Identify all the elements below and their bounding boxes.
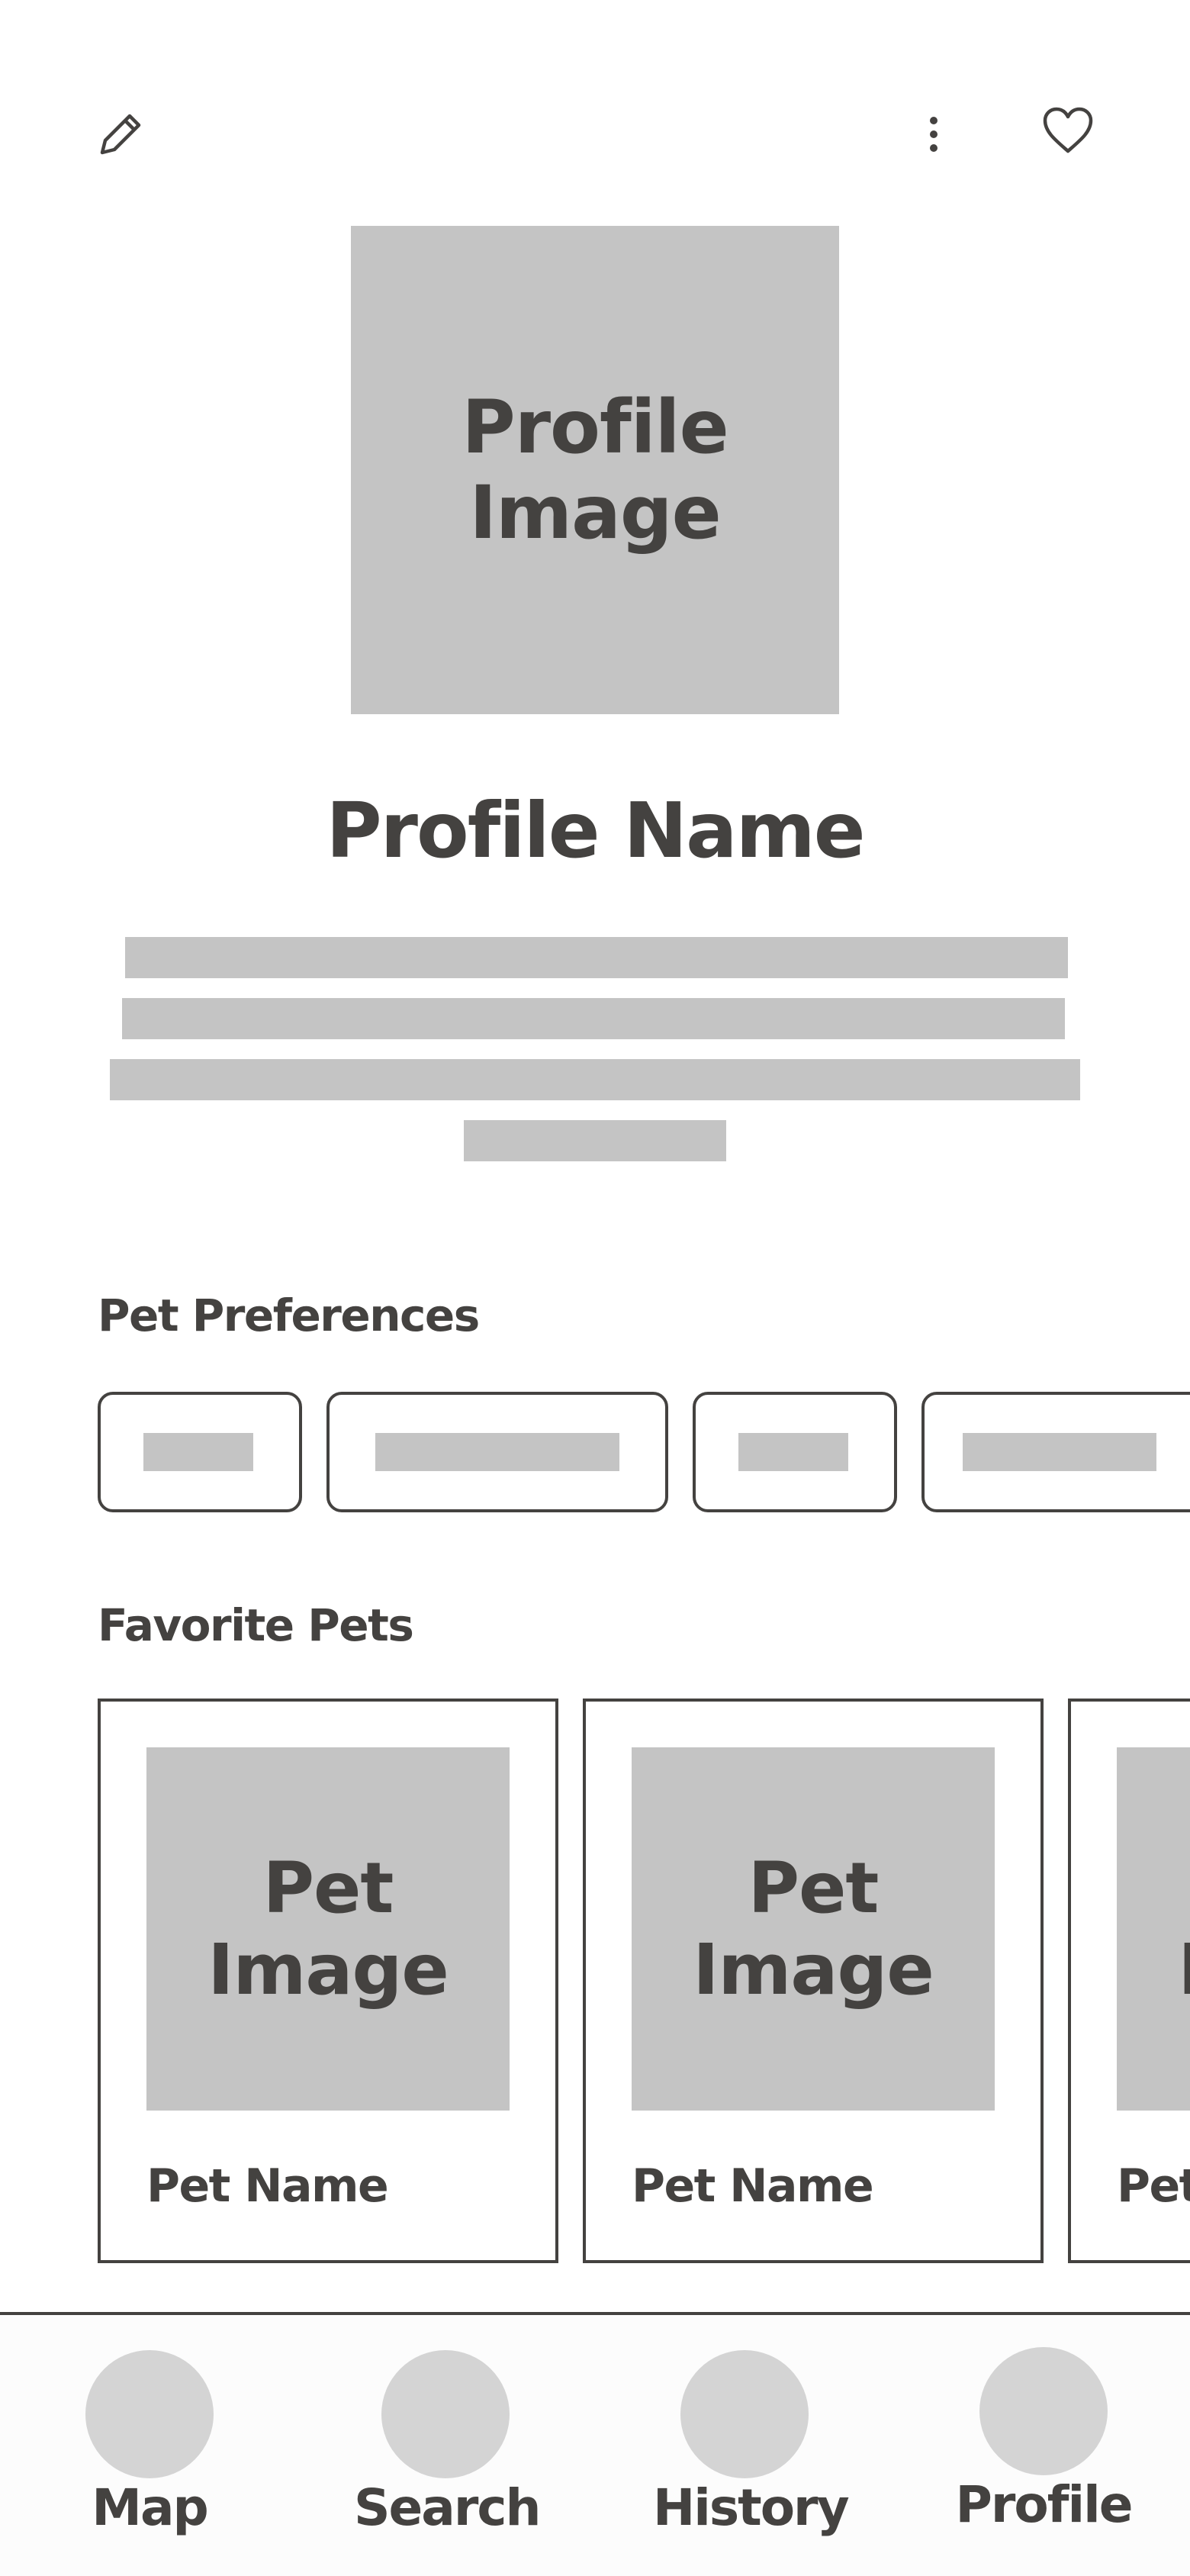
bio-line <box>464 1120 726 1161</box>
profile-icon <box>979 2347 1108 2475</box>
chip-label-placeholder <box>963 1433 1156 1471</box>
pet-card[interactable]: Pet Image Pet Name <box>98 1699 558 2263</box>
favorite-pets-title: Favorite Pets <box>98 1599 414 1651</box>
nav-item-map[interactable]: Map <box>58 2350 241 2556</box>
nav-label: Search <box>354 2478 542 2537</box>
history-icon <box>680 2350 809 2478</box>
pet-card[interactable]: Pet Image Pet Name <box>583 1699 1044 2263</box>
pet-image: Pet Image <box>146 1747 510 2111</box>
nav-label: Map <box>92 2478 208 2537</box>
pet-name: Pet Name <box>146 2159 389 2213</box>
profile-image: Profile Image <box>351 226 839 714</box>
pet-image-label: Pet Image <box>1117 1847 1190 2011</box>
more-vertical-icon[interactable] <box>920 114 947 156</box>
chip-label-placeholder <box>375 1433 619 1471</box>
pet-image: Pet Image <box>1117 1747 1190 2111</box>
chip-label-placeholder <box>143 1433 253 1471</box>
pet-preferences-title: Pet Preferences <box>98 1290 480 1341</box>
pet-image-label: Pet Image <box>207 1847 449 2011</box>
bottom-nav: Map Search History Profile <box>0 2312 1190 2576</box>
pet-name: Pet Name <box>1117 2159 1190 2213</box>
search-icon <box>381 2350 510 2478</box>
profile-screen: Profile Image Profile Name Pet Preferenc… <box>0 0 1190 2314</box>
pet-name: Pet Name <box>632 2159 874 2213</box>
profile-image-label: Profile Image <box>462 385 728 555</box>
nav-item-profile[interactable]: Profile <box>952 2347 1135 2553</box>
map-icon <box>85 2350 214 2478</box>
profile-name: Profile Name <box>326 786 865 875</box>
preference-chip[interactable] <box>921 1392 1190 1512</box>
bio-line <box>110 1059 1080 1100</box>
pet-image: Pet Image <box>632 1747 995 2111</box>
chip-label-placeholder <box>738 1433 848 1471</box>
preference-chip[interactable] <box>693 1392 897 1512</box>
nav-item-history[interactable]: History <box>653 2350 850 2556</box>
preference-chip[interactable] <box>326 1392 668 1512</box>
pet-card[interactable]: Pet Image Pet Name <box>1068 1699 1190 2263</box>
preference-chip[interactable] <box>98 1392 302 1512</box>
pet-image-label: Pet Image <box>693 1847 934 2011</box>
pencil-icon[interactable] <box>96 108 146 159</box>
nav-label: History <box>653 2478 850 2537</box>
heart-icon[interactable] <box>1040 105 1095 156</box>
nav-label: Profile <box>955 2475 1134 2534</box>
nav-item-search[interactable]: Search <box>354 2350 542 2556</box>
bio-line <box>125 937 1068 978</box>
bio-line <box>122 998 1065 1039</box>
